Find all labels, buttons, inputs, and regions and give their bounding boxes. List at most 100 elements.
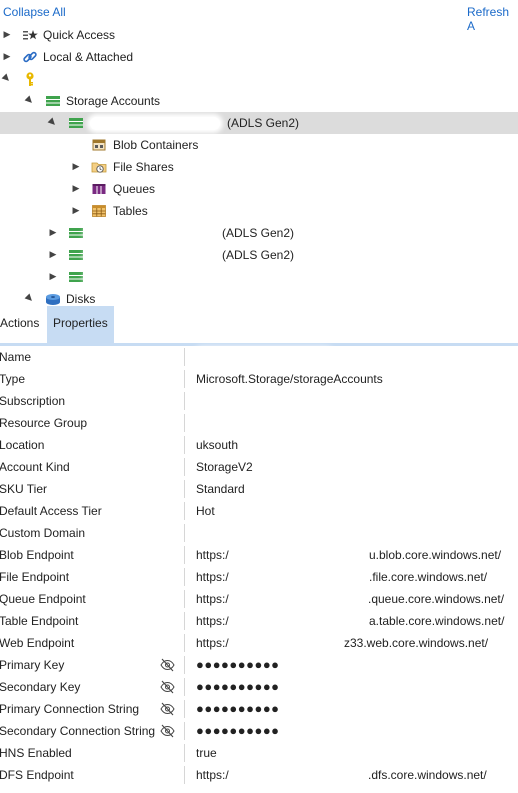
chevron-expanded-icon[interactable]: ▶ xyxy=(0,70,15,87)
redacted-value xyxy=(236,593,364,606)
property-row-dfs-endpoint: DFS Endpoint https:/ .dfs.core.windows.n… xyxy=(0,764,518,786)
property-value-masked[interactable]: ●●●●●●●●●● xyxy=(196,679,280,694)
property-value-tail[interactable]: a.table.core.windows.net/ xyxy=(369,614,504,628)
property-name: Table Endpoint xyxy=(0,614,79,628)
property-name: Secondary Key xyxy=(0,680,81,694)
eye-hidden-icon[interactable] xyxy=(160,680,175,694)
redacted-value xyxy=(196,351,332,364)
column-divider xyxy=(184,480,185,498)
tree-item-subscription[interactable]: ▶ xyxy=(0,68,518,90)
property-value[interactable]: https:/ xyxy=(196,548,229,562)
tree-item-queues[interactable]: ▶ Queues xyxy=(0,178,518,200)
chevron-right-icon[interactable]: ▶ xyxy=(1,50,13,62)
redacted-value xyxy=(196,395,252,408)
tree-item-tables[interactable]: ▶ Tables xyxy=(0,200,518,222)
chevron-right-icon[interactable]: ▶ xyxy=(47,226,59,238)
property-row-secondary-connection-string: Secondary Connection String ●●●●●●●●●● xyxy=(0,720,518,742)
property-row-blob-endpoint: Blob Endpoint https:/ u.blob.core.window… xyxy=(0,544,518,566)
property-name: Web Endpoint xyxy=(0,636,75,650)
property-row-subscription: Subscription xyxy=(0,390,518,412)
property-row-sku-tier: SKU Tier Standard xyxy=(0,478,518,500)
chevron-expanded-icon[interactable]: ▶ xyxy=(22,290,39,306)
tree-item-local-attached[interactable]: ▶ Local & Attached xyxy=(0,46,518,68)
column-divider xyxy=(184,766,185,784)
property-name: Queue Endpoint xyxy=(0,592,86,606)
column-divider xyxy=(184,722,185,740)
tree-item-label: (ADLS Gen2) xyxy=(222,226,295,240)
redacted-value xyxy=(236,615,366,628)
column-divider xyxy=(184,568,185,586)
property-value[interactable]: true xyxy=(196,746,217,760)
tree-item-storage-account[interactable]: ▶ xyxy=(0,266,518,288)
property-name: Primary Connection String xyxy=(0,702,140,716)
column-divider xyxy=(184,502,185,520)
chevron-right-icon[interactable]: ▶ xyxy=(47,248,59,260)
property-name: Custom Domain xyxy=(0,526,86,540)
property-name: Resource Group xyxy=(0,416,88,430)
property-row-location: Location uksouth xyxy=(0,434,518,456)
property-value[interactable]: StorageV2 xyxy=(196,460,253,474)
column-divider xyxy=(184,524,185,542)
eye-hidden-icon[interactable] xyxy=(160,702,175,716)
property-value-tail[interactable]: .dfs.core.windows.net/ xyxy=(368,768,487,782)
property-value[interactable]: https:/ xyxy=(196,614,229,628)
collapse-all-link[interactable]: Collapse All xyxy=(3,5,66,19)
tree-item-label: (ADLS Gen2) xyxy=(222,248,295,262)
file-share-icon xyxy=(91,159,107,175)
property-value[interactable]: https:/ xyxy=(196,570,229,584)
eye-hidden-icon[interactable] xyxy=(160,724,175,738)
property-row-primary-key: Primary Key ●●●●●●●●●● xyxy=(0,654,518,676)
property-value-tail[interactable]: .queue.core.windows.net/ xyxy=(368,592,504,606)
property-name: DFS Endpoint xyxy=(0,768,74,782)
property-value-tail[interactable]: .file.core.windows.net/ xyxy=(369,570,487,584)
redacted-value xyxy=(236,769,364,782)
tree-item-storage-account[interactable]: ▶ (ADLS Gen2) xyxy=(0,244,518,266)
tree-item-storage-accounts[interactable]: ▶ Storage Accounts xyxy=(0,90,518,112)
redacted-text xyxy=(88,227,216,240)
chevron-expanded-icon[interactable]: ▶ xyxy=(45,114,62,131)
chevron-expanded-icon[interactable]: ▶ xyxy=(22,92,39,109)
tab-actions[interactable]: Actions xyxy=(0,306,45,343)
property-value[interactable]: https:/ xyxy=(196,592,229,606)
column-divider xyxy=(184,612,185,630)
property-value[interactable]: https:/ xyxy=(196,768,229,782)
property-row-web-endpoint: Web Endpoint https:/ z33.web.core.window… xyxy=(0,632,518,654)
property-value-masked[interactable]: ●●●●●●●●●● xyxy=(196,701,280,716)
column-divider xyxy=(184,546,185,564)
property-value-masked[interactable]: ●●●●●●●●●● xyxy=(196,723,280,738)
property-value[interactable]: Hot xyxy=(196,504,215,518)
chevron-right-icon[interactable]: ▶ xyxy=(70,182,82,194)
tree-item-storage-account[interactable]: ▶ (ADLS Gen2) xyxy=(0,222,518,244)
chevron-right-icon[interactable]: ▶ xyxy=(70,204,82,216)
property-value[interactable]: uksouth xyxy=(196,438,238,452)
chevron-right-icon[interactable]: ▶ xyxy=(1,28,13,40)
property-value-tail[interactable]: u.blob.core.windows.net/ xyxy=(369,548,501,562)
tree-item-blob-containers[interactable]: Blob Containers xyxy=(0,134,518,156)
storage-account-icon xyxy=(68,247,84,263)
tree-item-quick-access[interactable]: ▶ Quick Access xyxy=(0,24,518,46)
tree-item-label: Local & Attached xyxy=(43,50,134,64)
property-value-tail[interactable]: z33.web.core.windows.net/ xyxy=(344,636,488,650)
tree-item-disks[interactable]: ▶ Disks xyxy=(0,288,518,306)
eye-hidden-icon[interactable] xyxy=(160,658,175,672)
tree-item-file-shares[interactable]: ▶ File Shares xyxy=(0,156,518,178)
property-name: File Endpoint xyxy=(0,570,70,584)
tree-item-storage-account-selected[interactable]: ▶ (ADLS Gen2) xyxy=(0,112,518,134)
property-name: Primary Key xyxy=(0,658,65,672)
column-divider xyxy=(184,656,185,674)
chevron-right-icon[interactable]: ▶ xyxy=(47,270,59,282)
property-value[interactable]: Microsoft.Storage/storageAccounts xyxy=(196,372,383,386)
redacted-text xyxy=(88,271,224,284)
redacted-text xyxy=(90,117,220,130)
properties-table: Name Type Microsoft.Storage/storageAccou… xyxy=(0,346,518,793)
property-value[interactable]: Standard xyxy=(196,482,245,496)
column-divider xyxy=(184,370,185,388)
redacted-value xyxy=(196,417,370,430)
tree-item-label: Storage Accounts xyxy=(66,94,161,108)
property-value-masked[interactable]: ●●●●●●●●●● xyxy=(196,657,280,672)
tab-properties[interactable]: Properties xyxy=(47,306,114,343)
chevron-right-icon[interactable]: ▶ xyxy=(70,160,82,172)
tree-item-label: File Shares xyxy=(113,160,174,174)
property-value[interactable]: https:/ xyxy=(196,636,229,650)
key-icon xyxy=(22,71,38,87)
